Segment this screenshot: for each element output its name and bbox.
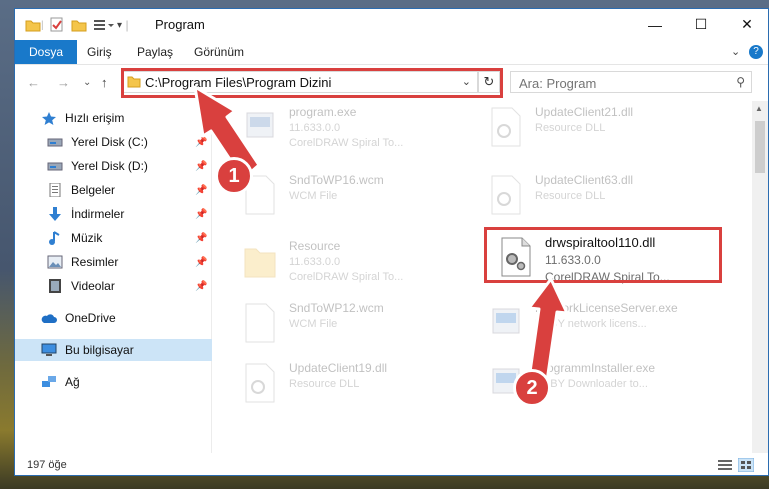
file-explorer-window: | ▾ | Program — ☐ ✕ Dosya Giriş Paylaş G…: [14, 8, 769, 476]
step-1-badge: 1: [215, 157, 253, 195]
step-2-badge: 2: [513, 369, 551, 407]
arrow-2: [527, 277, 569, 383]
annotation-arrows: [193, 85, 569, 383]
